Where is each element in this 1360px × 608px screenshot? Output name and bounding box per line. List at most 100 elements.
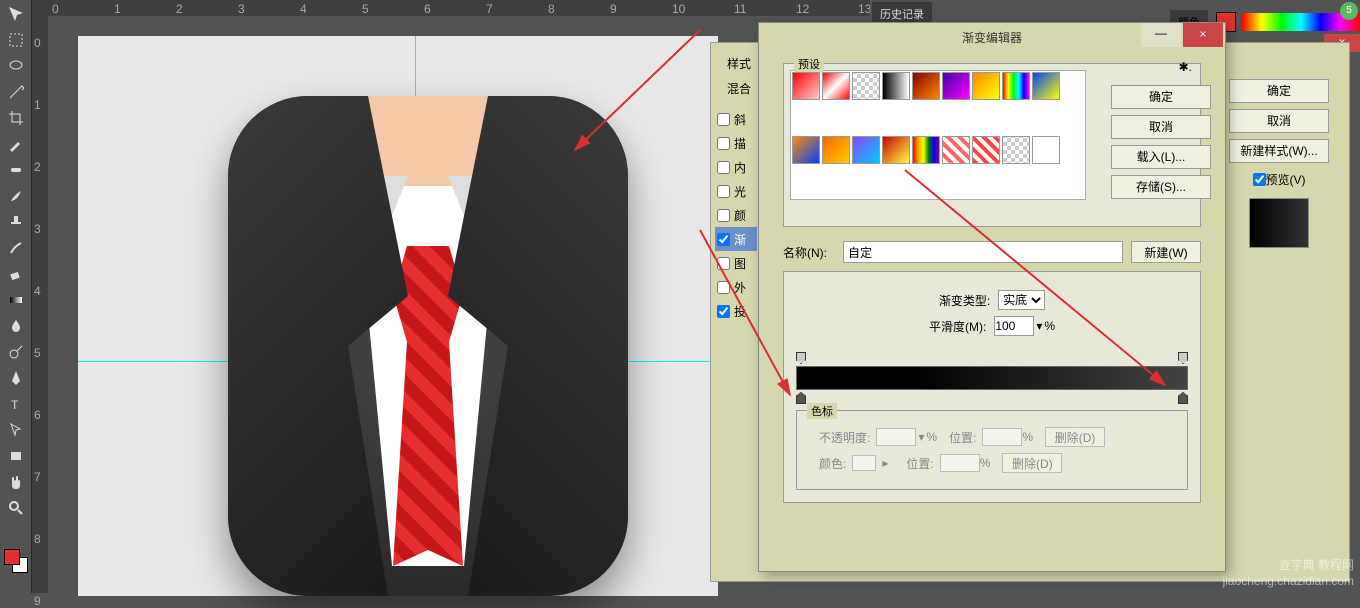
presets-label: 预设 bbox=[794, 56, 824, 72]
preview-checkbox-row[interactable]: 预览(V) bbox=[1219, 171, 1339, 188]
effect-row[interactable]: 描 bbox=[715, 131, 757, 155]
color-stop-right[interactable] bbox=[1178, 392, 1188, 404]
type-select[interactable]: 实底 bbox=[998, 290, 1045, 310]
preset-swatch[interactable] bbox=[882, 136, 910, 164]
artboard[interactable] bbox=[78, 36, 718, 596]
preset-swatch[interactable] bbox=[1002, 72, 1030, 100]
preset-swatch[interactable] bbox=[972, 72, 1000, 100]
effect-row[interactable]: 投 bbox=[715, 299, 757, 323]
ge-cancel-button[interactable]: 取消 bbox=[1111, 115, 1211, 139]
gradient-editor-dialog: 渐变编辑器 — × 预设 ✱. 确定 取消 载入(L)... 存储(S)... … bbox=[758, 22, 1226, 572]
new-button[interactable]: 新建(W) bbox=[1131, 241, 1201, 263]
preview-checkbox[interactable] bbox=[1253, 173, 1266, 186]
effect-row[interactable]: 斜 bbox=[715, 107, 757, 131]
preset-swatch[interactable] bbox=[792, 136, 820, 164]
close-button[interactable]: × bbox=[1183, 23, 1223, 47]
preset-swatch[interactable] bbox=[1032, 136, 1060, 164]
ge-ok-button[interactable]: 确定 bbox=[1111, 85, 1211, 109]
effect-checkbox[interactable] bbox=[717, 185, 730, 198]
effect-row[interactable]: 内 bbox=[715, 155, 757, 179]
ge-load-button[interactable]: 载入(L)... bbox=[1111, 145, 1211, 169]
effect-checkbox[interactable] bbox=[717, 281, 730, 294]
type-tool[interactable]: T bbox=[4, 392, 28, 416]
preset-swatch[interactable] bbox=[942, 136, 970, 164]
lasso-tool[interactable] bbox=[4, 54, 28, 78]
foreground-swatch[interactable] bbox=[4, 549, 20, 565]
preset-swatch[interactable] bbox=[942, 72, 970, 100]
effect-checkbox[interactable] bbox=[717, 137, 730, 150]
heal-tool[interactable] bbox=[4, 158, 28, 182]
position1-input[interactable] bbox=[982, 428, 1022, 446]
history-brush-tool[interactable] bbox=[4, 236, 28, 260]
blur-tool[interactable] bbox=[4, 314, 28, 338]
name-row: 名称(N): 新建(W) bbox=[783, 241, 1201, 263]
smooth-dropdown-icon[interactable]: ▾ bbox=[1036, 319, 1042, 333]
color-well[interactable] bbox=[852, 455, 876, 471]
preset-swatch[interactable] bbox=[1002, 136, 1030, 164]
opacity-input[interactable] bbox=[876, 428, 916, 446]
preset-swatch[interactable] bbox=[1032, 72, 1060, 100]
smooth-input[interactable] bbox=[994, 316, 1034, 336]
opacity-stop-right[interactable] bbox=[1178, 352, 1188, 364]
color-stop-left[interactable] bbox=[796, 392, 806, 404]
pen-tool[interactable] bbox=[4, 366, 28, 390]
effect-row[interactable]: 图 bbox=[715, 251, 757, 275]
preset-swatch[interactable] bbox=[822, 136, 850, 164]
eyedropper-tool[interactable] bbox=[4, 132, 28, 156]
effect-checkbox[interactable] bbox=[717, 209, 730, 222]
name-input[interactable] bbox=[843, 241, 1123, 263]
zoom-tool[interactable] bbox=[4, 496, 28, 520]
ls-cancel-button[interactable]: 取消 bbox=[1229, 109, 1329, 133]
delete1-button[interactable]: 删除(D) bbox=[1045, 427, 1105, 447]
move-tool[interactable] bbox=[4, 2, 28, 26]
position2-unit: % bbox=[980, 456, 991, 470]
preset-swatch[interactable] bbox=[912, 136, 940, 164]
rect-tool[interactable] bbox=[4, 444, 28, 468]
effect-checkbox[interactable] bbox=[717, 161, 730, 174]
marquee-tool[interactable] bbox=[4, 28, 28, 52]
effect-row[interactable]: 外 bbox=[715, 275, 757, 299]
ls-ok-button[interactable]: 确定 bbox=[1229, 79, 1329, 103]
wand-tool[interactable] bbox=[4, 80, 28, 104]
minimize-button[interactable]: — bbox=[1141, 23, 1181, 47]
stops-group: 色标 不透明度: ▾ % 位置: % 删除(D) 颜色: ▸ 位置: bbox=[796, 410, 1188, 490]
type-label: 渐变类型: bbox=[939, 292, 990, 309]
effect-checkbox[interactable] bbox=[717, 233, 730, 246]
effect-checkbox[interactable] bbox=[717, 305, 730, 318]
brush-tool[interactable] bbox=[4, 184, 28, 208]
effect-checkbox[interactable] bbox=[717, 113, 730, 126]
preview-label: 预览(V) bbox=[1266, 171, 1306, 188]
color-swatches[interactable] bbox=[4, 549, 28, 573]
preview-thumbnail bbox=[1249, 198, 1309, 248]
presets-menu-icon[interactable]: ✱. bbox=[1179, 60, 1192, 74]
opacity-stop-left[interactable] bbox=[796, 352, 806, 364]
delete2-button[interactable]: 删除(D) bbox=[1002, 453, 1062, 473]
hand-tool[interactable] bbox=[4, 470, 28, 494]
effect-row[interactable]: 渐 bbox=[715, 227, 757, 251]
gradient-bar[interactable] bbox=[796, 366, 1188, 390]
path-select-tool[interactable] bbox=[4, 418, 28, 442]
effect-row[interactable]: 颜 bbox=[715, 203, 757, 227]
preset-swatch[interactable] bbox=[882, 72, 910, 100]
smooth-unit: % bbox=[1044, 319, 1055, 333]
effect-checkbox[interactable] bbox=[717, 257, 730, 270]
ls-new-style-button[interactable]: 新建样式(W)... bbox=[1229, 139, 1329, 163]
preset-swatch[interactable] bbox=[792, 72, 820, 100]
position1-unit: % bbox=[1022, 430, 1033, 444]
gradient-titlebar[interactable]: 渐变编辑器 — × bbox=[759, 23, 1225, 51]
preset-swatch[interactable] bbox=[822, 72, 850, 100]
stamp-tool[interactable] bbox=[4, 210, 28, 234]
preset-swatch[interactable] bbox=[972, 136, 1000, 164]
position2-input[interactable] bbox=[940, 454, 980, 472]
gradient-settings-group: 渐变类型: 实底 平滑度(M): ▾ % 色标 不透明度: bbox=[783, 271, 1201, 503]
smooth-label: 平滑度(M): bbox=[929, 318, 986, 335]
preset-swatch[interactable] bbox=[912, 72, 940, 100]
gradient-tool[interactable] bbox=[4, 288, 28, 312]
ge-save-button[interactable]: 存储(S)... bbox=[1111, 175, 1211, 199]
effect-row[interactable]: 光 bbox=[715, 179, 757, 203]
eraser-tool[interactable] bbox=[4, 262, 28, 286]
preset-swatch[interactable] bbox=[852, 72, 880, 100]
preset-swatch[interactable] bbox=[852, 136, 880, 164]
crop-tool[interactable] bbox=[4, 106, 28, 130]
dodge-tool[interactable] bbox=[4, 340, 28, 364]
